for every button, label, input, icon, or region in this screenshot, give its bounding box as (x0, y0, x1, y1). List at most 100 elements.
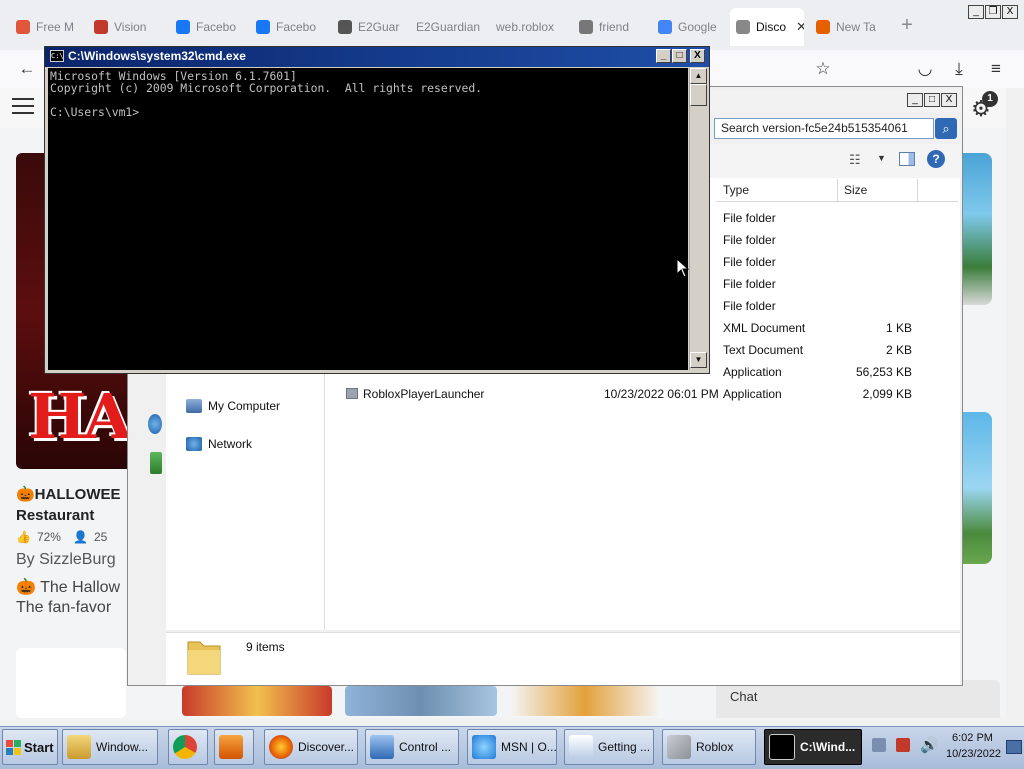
start-label: Start (24, 739, 54, 755)
explorer-toolbar: ☷ ▼ ? (709, 144, 961, 178)
view-options-icon[interactable]: ☷ (849, 152, 861, 168)
game-thumbnail-bottom-2[interactable] (345, 686, 497, 716)
cmd-close-button[interactable]: X (690, 49, 705, 63)
file-type: File folder (723, 299, 776, 313)
preview-pane-icon[interactable] (899, 152, 915, 166)
start-button[interactable]: Start (2, 729, 58, 765)
taskbar-button-7[interactable]: Roblox (662, 729, 756, 765)
tab-10[interactable]: New Ta (810, 8, 886, 46)
game-thumbnail-bottom-3[interactable] (510, 686, 660, 716)
browser-restore-button[interactable]: ❐ (985, 5, 1001, 19)
explorer-close-button[interactable]: X (941, 93, 957, 107)
column-header-type[interactable]: Type (717, 179, 838, 201)
folder-icon (187, 641, 221, 675)
tab-2[interactable]: Facebo (170, 8, 246, 46)
tab-1[interactable]: Vision (88, 8, 166, 46)
tab-label: Free M (36, 20, 75, 34)
show-desktop-icon[interactable] (1006, 740, 1022, 754)
browser-menu-icon[interactable]: ≡ (985, 58, 1007, 80)
file-size (838, 229, 912, 251)
taskbar-button-2[interactable] (214, 729, 254, 765)
cmd-maximize-button[interactable]: □ (672, 49, 687, 63)
cmd-console[interactable]: Microsoft Windows [Version 6.1.7601] Copy… (48, 68, 688, 370)
tab-label: Disco (756, 20, 787, 34)
browser-minimize-button[interactable]: _ (968, 5, 984, 19)
taskbar-button-4[interactable]: Control ... (365, 729, 459, 765)
game-thumbnail-bottom-1[interactable] (182, 686, 332, 716)
taskbar-button-6[interactable]: Getting ... (564, 729, 654, 765)
back-arrow-icon[interactable]: ← (16, 58, 38, 80)
tab-3[interactable]: Facebo (250, 8, 328, 46)
cmd-minimize-button[interactable]: _ (656, 49, 671, 63)
game-thumbnail-right-bottom[interactable] (962, 412, 992, 564)
game-card-bottom[interactable] (16, 648, 126, 718)
explorer-minimize-button[interactable]: _ (907, 93, 923, 107)
search-icon[interactable]: ⌕ (935, 118, 957, 139)
tab-4[interactable]: E2Guar (332, 8, 406, 46)
file-size (838, 295, 912, 317)
game-creator[interactable]: By SizzleBurg (16, 551, 128, 569)
tab-label: E2Guardian (416, 20, 481, 34)
scroll-thumb[interactable] (690, 84, 707, 106)
network-warning-icon[interactable] (896, 738, 910, 752)
clock-time[interactable]: 6:02 PM (952, 732, 993, 744)
file-size (838, 251, 912, 273)
chat-label: Chat (730, 689, 758, 704)
game-thumbnail-right-top[interactable] (962, 153, 992, 305)
tab-label: Google (678, 20, 717, 34)
nav-item-my-computer[interactable]: My Computer (186, 396, 280, 416)
ie-icon (472, 735, 496, 759)
system-tray: 🔊 (866, 728, 1024, 766)
volume-icon[interactable]: 🔊 (920, 736, 939, 754)
taskbar-button-8[interactable]: C:\Wind... (764, 729, 862, 765)
scroll-up-arrow-icon[interactable]: ▲ (690, 68, 707, 84)
help-icon[interactable]: ? (927, 150, 945, 168)
taskbar-button-label: Window... (96, 740, 149, 754)
pocket-icon[interactable]: ◡ (914, 58, 936, 80)
explorer-status-bar (166, 632, 960, 685)
tab-5[interactable]: E2Guardian (410, 8, 486, 46)
taskbar-button-label: Discover... (298, 740, 355, 754)
tab-label: Facebo (276, 20, 317, 34)
tab-7[interactable]: friend (573, 8, 647, 46)
nav-item-network[interactable]: Network (186, 434, 252, 454)
game-title-line2[interactable]: Restaurant (16, 507, 128, 524)
firefox-relay-icon (16, 20, 30, 34)
tab-8[interactable]: Google (652, 8, 726, 46)
browser-close-button[interactable]: X (1002, 5, 1018, 19)
download-icon[interactable]: ⤓ (948, 58, 970, 80)
action-center-icon[interactable] (872, 738, 886, 752)
page-scrollbar[interactable] (1006, 88, 1024, 718)
tab-6[interactable]: web.roblox (490, 8, 568, 46)
game-rating: 72% (36, 530, 61, 544)
scroll-down-arrow-icon[interactable]: ▼ (690, 352, 707, 368)
tab-0[interactable]: Free M (10, 8, 82, 46)
taskbar-button-3[interactable]: Discover... (264, 729, 358, 765)
taskbar-button-1[interactable] (168, 729, 208, 765)
clock-date[interactable]: 10/23/2022 (946, 748, 1001, 760)
explorer-search-input[interactable]: Search version-fc5e24b515354061 (714, 118, 934, 139)
file-type: Application (723, 365, 782, 379)
explorer-maximize-button[interactable]: □ (924, 93, 940, 107)
taskbar-button-0[interactable]: Window... (62, 729, 158, 765)
tab-close-icon[interactable]: ✕ (796, 19, 804, 35)
tab-label: New Ta (836, 20, 876, 34)
computer-icon (186, 399, 202, 413)
notification-badge: 1 (982, 91, 998, 107)
cmd-scrollbar[interactable]: ▲ ▼ (689, 68, 707, 370)
column-header-size[interactable]: Size (838, 179, 918, 201)
cmd-icon (769, 734, 795, 760)
new-tab-button[interactable]: + (896, 14, 918, 36)
taskbar-button-5[interactable]: MSN | O... (467, 729, 557, 765)
file-type: File folder (723, 211, 776, 225)
bookmark-star-icon[interactable]: ☆ (812, 58, 834, 80)
file-name[interactable]: RobloxPlayerLauncher (363, 383, 484, 405)
hamburger-menu-icon[interactable] (12, 98, 34, 116)
tab-9[interactable]: Disco ✕ (730, 8, 804, 46)
nav-item-label: Network (208, 437, 253, 451)
taskbar-button-label: MSN | O... (501, 740, 557, 754)
tab-label: E2Guar (358, 20, 400, 34)
chevron-down-icon[interactable]: ▼ (877, 153, 886, 163)
facebook-dot-icon (256, 20, 270, 34)
game-title-line1[interactable]: 🎃HALLOWEE (16, 485, 128, 503)
